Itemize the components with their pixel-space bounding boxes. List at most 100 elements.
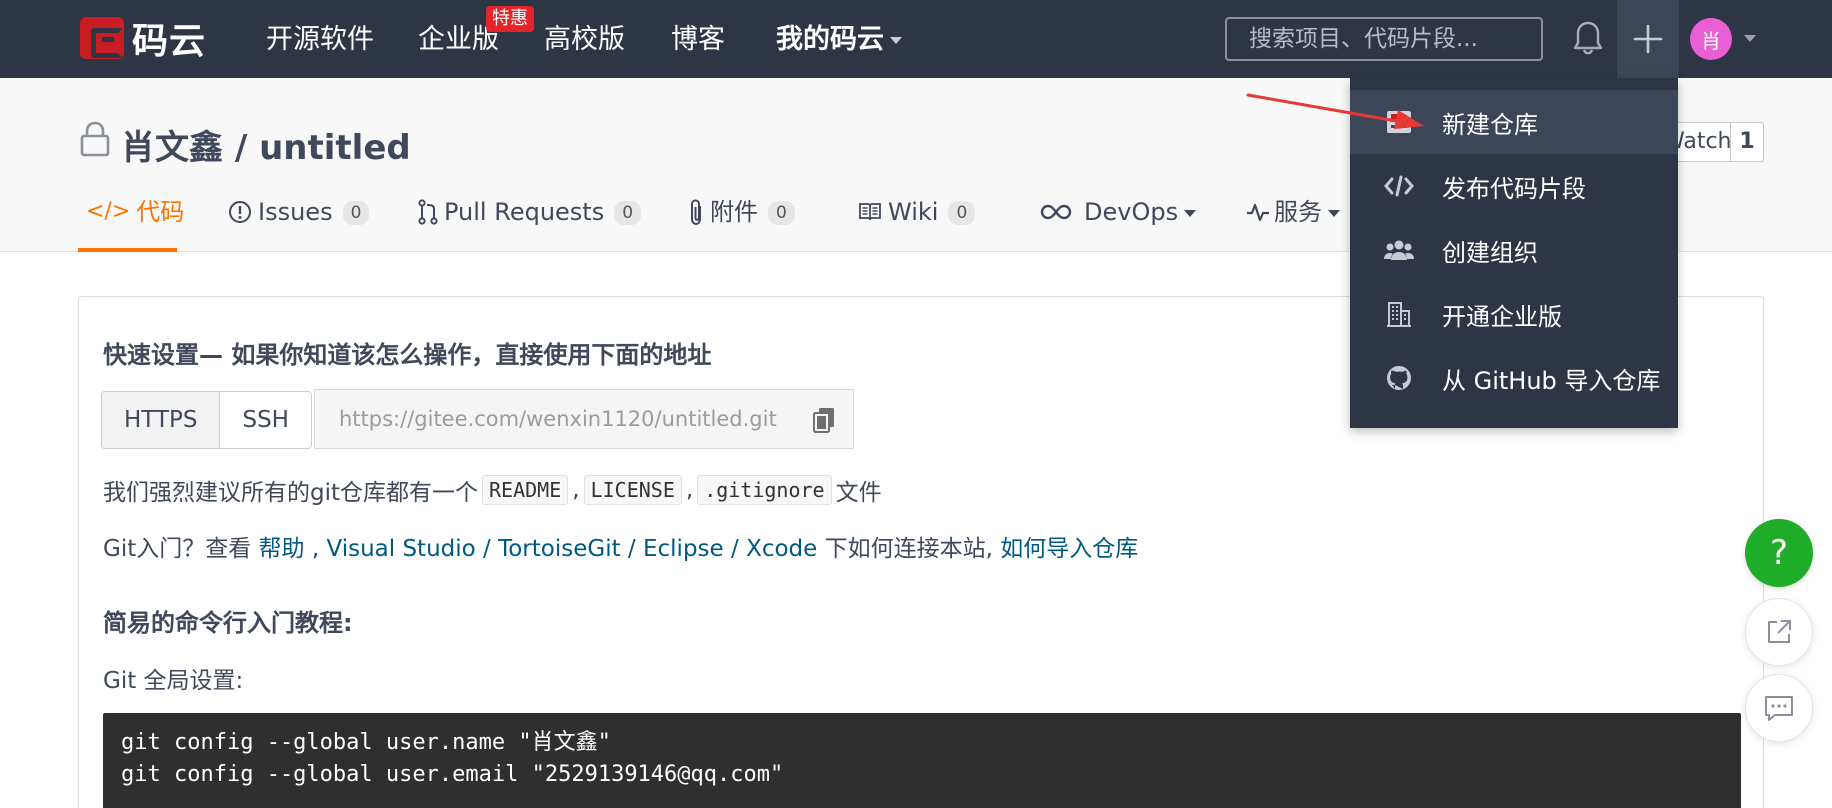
tab-devops-label: DevOps — [1084, 198, 1179, 226]
services-chevron-down-icon — [1328, 210, 1340, 217]
nav-link-my-gitee[interactable]: 我的码云 — [776, 22, 902, 58]
license-tag: LICENSE — [583, 475, 682, 505]
search-input[interactable] — [1225, 17, 1543, 61]
quick-setup-title: 快速设置— 如果你知道该怎么操作，直接使用下面的地址 — [103, 341, 712, 369]
gitee-logo[interactable]: 码云 — [80, 16, 206, 62]
avatar-chevron-down-icon[interactable] — [1744, 35, 1756, 42]
help-floating-label: ? — [1769, 533, 1789, 573]
nav-link-open-source[interactable]: 开源软件 — [266, 22, 374, 58]
help-link[interactable]: 帮助 — [259, 536, 305, 562]
tab-attachments-count: 0 — [768, 201, 795, 225]
external-link-icon — [1768, 620, 1791, 643]
ssh-button[interactable]: SSH — [220, 392, 311, 448]
menu-item-import-github-label: 从 GitHub 导入仓库 — [1442, 366, 1661, 395]
bell-icon[interactable] — [1572, 20, 1604, 56]
tab-code-label: 代码 — [136, 198, 185, 226]
watch-count[interactable]: 1 — [1730, 122, 1764, 162]
advice-suffix: 文件 — [835, 480, 882, 506]
menu-item-publish-snippet-label: 发布代码片段 — [1442, 174, 1586, 203]
create-dropdown-menu: 新建仓库 发布代码片段 创建组织 开通企业版 从 GitHub 导入仓库 — [1350, 78, 1678, 428]
nav-link-blog[interactable]: 博客 — [671, 22, 725, 58]
menu-item-create-org-label: 创建组织 — [1442, 238, 1538, 267]
menu-item-enterprise[interactable]: 开通企业版 — [1350, 282, 1678, 346]
active-tab-underline — [78, 248, 177, 252]
code-line: git config --global user.email "25291391… — [121, 762, 784, 787]
code-block[interactable]: git config --global user.name "肖文鑫" git c… — [103, 713, 1741, 808]
tab-pull-requests-count: 0 — [614, 201, 642, 225]
import-repo-link[interactable]: 如何导入仓库 — [1000, 536, 1138, 562]
advice-line: 我们强烈建议所有的git仓库都有一个 README , LICENSE , .g… — [103, 473, 882, 507]
new-repo-icon — [1384, 107, 1414, 137]
nav-link-my-gitee-label: 我的码云 — [776, 24, 884, 55]
repo-title[interactable]: 肖文鑫 / untitled — [121, 120, 411, 169]
xcode-link[interactable]: Xcode — [746, 536, 817, 562]
code-line: git config --global user.name "肖文鑫" — [121, 730, 611, 755]
advice-separator: , — [572, 477, 580, 503]
menu-item-new-repo-label: 新建仓库 — [1442, 110, 1538, 139]
tab-issues[interactable]: Issues 0 — [228, 188, 370, 252]
menu-item-import-github[interactable]: 从 GitHub 导入仓库 — [1350, 346, 1678, 410]
tab-wiki-label: Wiki — [888, 198, 939, 226]
issue-icon — [229, 201, 251, 223]
protocol-toggle: HTTPS SSH — [101, 391, 312, 449]
clone-url-text: https://gitee.com/wenxin1120/untitled.gi… — [339, 407, 777, 431]
avatar[interactable]: 肖 — [1690, 18, 1732, 60]
feedback-floating-button[interactable] — [1745, 674, 1813, 742]
tab-attachments[interactable]: 附件 0 — [688, 188, 795, 252]
link-slash: / — [731, 536, 739, 562]
chevron-down-icon — [890, 37, 902, 44]
lock-icon — [80, 121, 110, 157]
top-navbar: 码云 开源软件 企业版 特惠 高校版 博客 我的码云 肖 — [0, 0, 1832, 78]
team-icon — [1384, 235, 1414, 265]
code-icon: </> — [86, 199, 131, 224]
https-button[interactable]: HTTPS — [102, 392, 221, 448]
tab-devops[interactable]: DevOps — [1040, 188, 1197, 252]
visual-studio-link[interactable]: Visual Studio — [326, 536, 475, 562]
brand-name: 码云 — [132, 21, 207, 62]
tutorial-title: 简易的命令行入门教程: — [103, 609, 353, 637]
building-icon — [1384, 299, 1414, 329]
eclipse-link[interactable]: Eclipse — [643, 536, 724, 562]
devops-chevron-down-icon — [1184, 210, 1197, 217]
plus-icon — [1633, 24, 1663, 54]
advice-prefix: 我们强烈建议所有的git仓库都有一个 — [103, 480, 479, 506]
tab-pull-requests-label: Pull Requests — [444, 198, 605, 226]
tab-wiki-count: 0 — [948, 201, 976, 225]
help-middle: 下如何连接本站, — [824, 536, 993, 562]
tab-attachments-label: 附件 — [710, 198, 758, 226]
nav-link-education[interactable]: 高校版 — [544, 22, 625, 58]
menu-item-enterprise-label: 开通企业版 — [1442, 302, 1562, 331]
paperclip-icon — [691, 199, 701, 226]
readme-tag: README — [482, 475, 569, 505]
gitignore-tag: .gitignore — [697, 475, 832, 505]
git-global-label: Git 全局设置: — [103, 668, 244, 694]
help-floating-button[interactable]: ? — [1745, 519, 1813, 587]
tab-pull-requests[interactable]: Pull Requests 0 — [418, 188, 642, 252]
help-line: Git入门？查看 帮助 , Visual Studio / TortoiseGi… — [103, 529, 1138, 563]
help-prefix: Git入门？查看 — [103, 536, 252, 562]
chat-icon — [1765, 696, 1793, 721]
tab-services-label: 服务 — [1274, 198, 1322, 226]
tortoisegit-link[interactable]: TortoiseGit — [498, 536, 621, 562]
github-icon — [1384, 363, 1414, 393]
promo-badge: 特惠 — [486, 6, 534, 32]
pull-request-icon — [418, 199, 438, 225]
menu-item-publish-snippet[interactable]: 发布代码片段 — [1350, 154, 1678, 218]
tab-code[interactable]: </> 代码 — [86, 188, 184, 252]
menu-item-create-org[interactable]: 创建组织 — [1350, 218, 1678, 282]
link-slash: / — [627, 536, 636, 562]
share-floating-button[interactable] — [1745, 598, 1813, 666]
clone-url-field[interactable]: https://gitee.com/wenxin1120/untitled.gi… — [314, 389, 854, 449]
create-plus-button[interactable] — [1617, 0, 1679, 78]
advice-separator: , — [685, 477, 694, 503]
tab-issues-label: Issues — [258, 198, 333, 226]
pulse-icon — [1247, 203, 1269, 222]
tab-wiki[interactable]: Wiki 0 — [858, 188, 976, 252]
menu-item-new-repo[interactable]: 新建仓库 — [1350, 90, 1678, 154]
tab-services[interactable]: 服务 — [1246, 188, 1340, 252]
code-snippet-icon — [1384, 171, 1414, 201]
tab-issues-count: 0 — [342, 201, 370, 225]
logo-mark-icon — [80, 17, 124, 59]
copy-icon[interactable] — [813, 407, 835, 433]
link-slash: / — [483, 536, 491, 562]
